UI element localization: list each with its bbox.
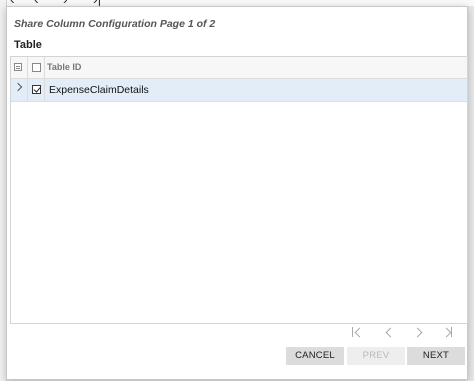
column-divider <box>44 79 45 101</box>
table-grid: Table ID ExpenseClaimDetails <box>10 56 468 324</box>
grid-header: Table ID <box>11 57 467 79</box>
next-button[interactable]: NEXT <box>407 347 465 365</box>
table-row[interactable]: ExpenseClaimDetails <box>11 79 467 102</box>
share-column-configuration-dialog: Share Column Configuration Page 1 of 2 T… <box>6 6 468 380</box>
last-page-icon[interactable] <box>441 327 453 338</box>
first-page-icon[interactable] <box>352 327 365 338</box>
column-settings-icon[interactable] <box>14 63 22 71</box>
prev-button[interactable]: PREV <box>347 347 405 365</box>
row-checkbox[interactable] <box>32 85 41 94</box>
column-header-table-id[interactable]: Table ID <box>47 62 81 72</box>
chevron-left-icon[interactable] <box>385 327 396 338</box>
table-id-cell: ExpenseClaimDetails <box>49 84 149 96</box>
chevron-right-icon[interactable] <box>412 327 424 338</box>
column-divider <box>27 57 28 78</box>
select-all-checkbox[interactable] <box>32 63 41 72</box>
dialog-title: Share Column Configuration Page 1 of 2 <box>14 18 216 30</box>
cancel-button[interactable]: CANCEL <box>286 347 344 365</box>
column-divider <box>27 79 28 101</box>
section-title: Table <box>14 39 42 51</box>
chevron-right-icon[interactable] <box>13 82 23 92</box>
column-divider <box>44 57 45 78</box>
